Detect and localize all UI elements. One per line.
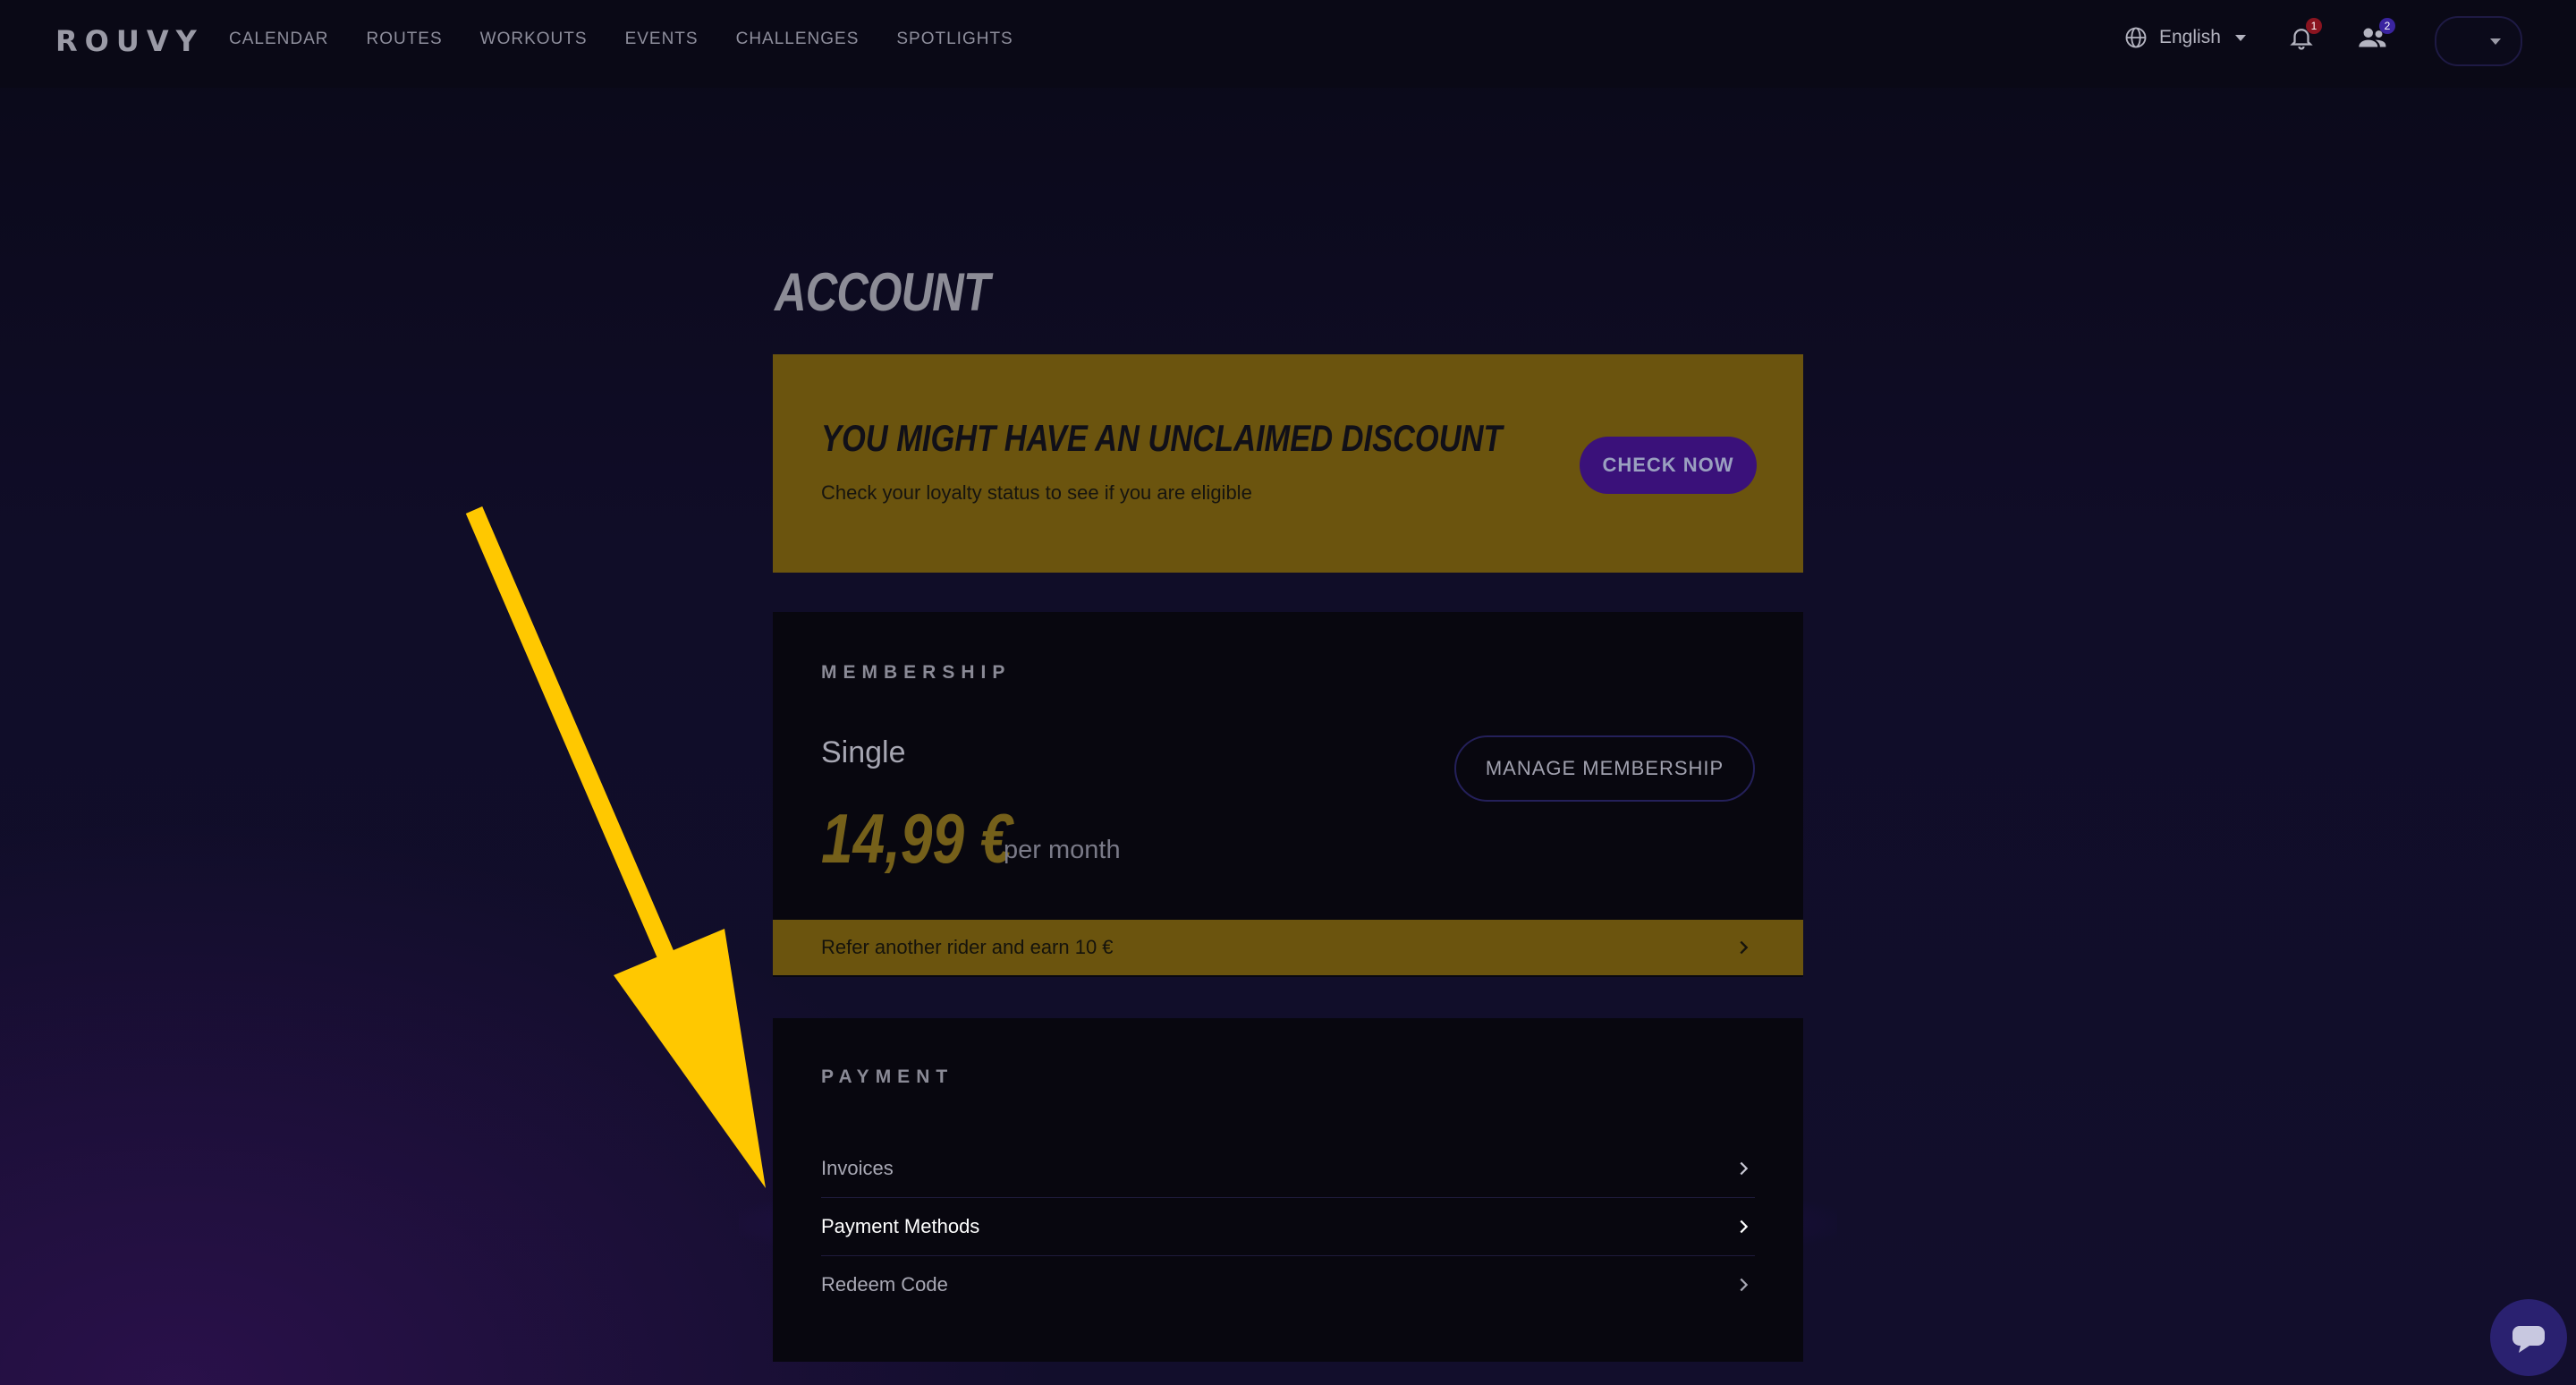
membership-section-label: MEMBERSHIP <box>821 662 1012 683</box>
payment-row-redeem-code[interactable]: Redeem Code <box>821 1256 1755 1313</box>
nav-workouts[interactable]: WORKOUTS <box>480 27 588 52</box>
friends-badge: 2 <box>2379 18 2395 34</box>
nav-events[interactable]: EVENTS <box>625 27 699 52</box>
chevron-right-icon <box>1740 1219 1749 1234</box>
plan-name: Single <box>821 735 906 769</box>
payment-row-payment-methods[interactable]: Payment Methods <box>821 1198 1755 1255</box>
chevron-down-icon <box>2234 34 2246 41</box>
chat-support-button[interactable] <box>2490 1299 2567 1376</box>
payment-card: PAYMENT Invoices Payment Methods Redeem … <box>773 1018 1803 1362</box>
chevron-down-icon <box>2490 38 2501 45</box>
check-now-button[interactable]: CHECK NOW <box>1580 437 1757 494</box>
friends-button[interactable]: 2 <box>2358 18 2395 55</box>
discount-subtitle: Check your loyalty status to see if you … <box>821 481 1252 504</box>
membership-card: MEMBERSHIP Single 14,99 € per month MANA… <box>773 612 1803 977</box>
manage-membership-button[interactable]: MANAGE MEMBERSHIP <box>1454 735 1755 802</box>
chat-icon <box>2512 1326 2545 1353</box>
invoices-label: Invoices <box>821 1157 894 1179</box>
nav-calendar[interactable]: CALENDAR <box>229 27 328 52</box>
chevron-right-icon <box>1740 940 1749 955</box>
payment-methods-label: Payment Methods <box>821 1215 980 1237</box>
discount-banner: YOU MIGHT HAVE AN UNCLAIMED DISCOUNT Che… <box>773 354 1803 573</box>
nav-challenges[interactable]: CHALLENGES <box>736 27 860 52</box>
language-label: English <box>2159 27 2221 47</box>
rouvy-logo[interactable]: ROUVY <box>55 23 204 59</box>
payment-row-invoices[interactable]: Invoices <box>821 1140 1755 1197</box>
main-nav: CALENDAR ROUTES WORKOUTS EVENTS CHALLENG… <box>229 27 1051 52</box>
redeem-code-label: Redeem Code <box>821 1273 948 1296</box>
globe-icon <box>2125 27 2147 48</box>
payment-section-label: PAYMENT <box>821 1066 954 1087</box>
notifications-button[interactable]: 1 <box>2288 18 2322 55</box>
referral-banner[interactable]: Refer another rider and earn 10 € <box>773 920 1803 975</box>
nav-routes[interactable]: ROUTES <box>366 27 442 52</box>
discount-title: YOU MIGHT HAVE AN UNCLAIMED DISCOUNT <box>821 417 1503 459</box>
plan-period: per month <box>1004 836 1121 864</box>
referral-text: Refer another rider and earn 10 € <box>821 936 1114 958</box>
chevron-right-icon <box>1740 1161 1749 1176</box>
plan-price: 14,99 € <box>821 799 1013 878</box>
user-menu[interactable] <box>2435 16 2522 66</box>
top-navigation-bar: ROUVY CALENDAR ROUTES WORKOUTS EVENTS CH… <box>0 0 2576 88</box>
notifications-badge: 1 <box>2306 18 2322 34</box>
nav-spotlights[interactable]: SPOTLIGHTS <box>896 27 1013 52</box>
language-selector[interactable]: English <box>2123 25 2246 50</box>
chevron-right-icon <box>1740 1278 1749 1292</box>
page-title: ACCOUNT <box>775 262 990 322</box>
